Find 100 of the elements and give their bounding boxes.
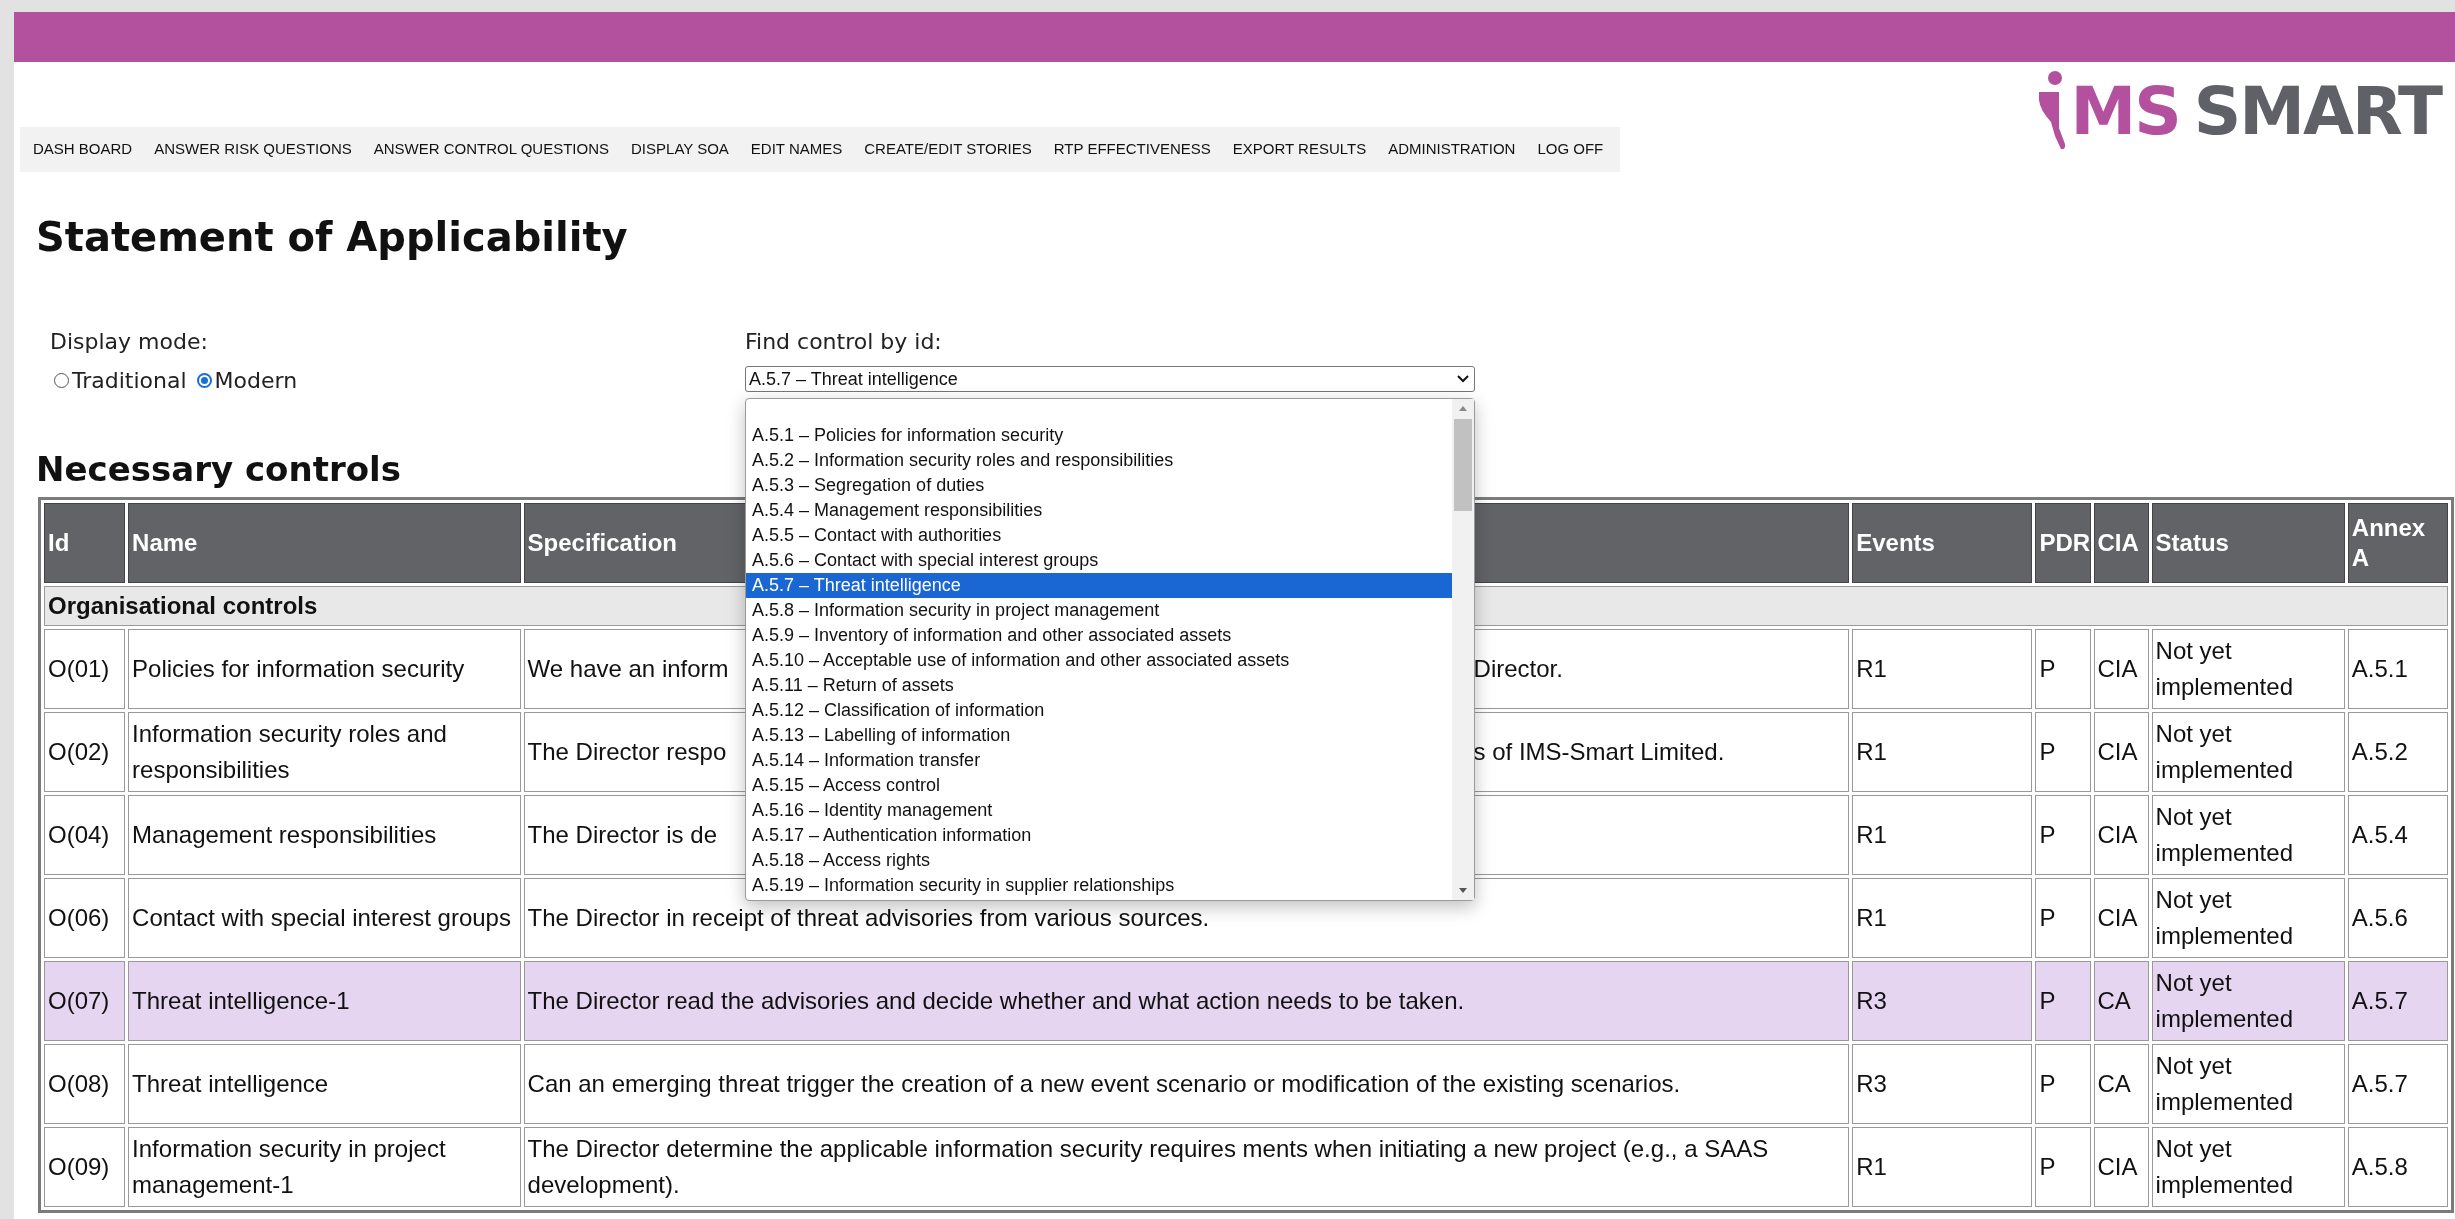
nav-link[interactable]: DISPLAY SOA: [620, 138, 740, 161]
column-header: Status: [2151, 503, 2345, 583]
dropdown-option[interactable]: A.5.5 – Contact with authorities: [746, 523, 1452, 548]
cell-text: The Director determine the applicable information security requires ments when initiating a new project (e.g., a SAAS development).: [527, 1135, 1769, 1198]
dropdown-option[interactable]: A.5.7 – Threat intelligence: [746, 573, 1452, 598]
column-header: Annex A: [2347, 503, 2448, 583]
column-header: Events: [1852, 503, 2033, 583]
dropdown-option[interactable]: A.5.16 – Identity management: [746, 798, 1452, 823]
table-cell: Information security in project management-1: [128, 1127, 521, 1207]
table-cell: R3: [1852, 961, 2033, 1041]
table-cell: CIA: [2093, 878, 2149, 958]
dropdown-option[interactable]: A.5.6 – Contact with special interest groups: [746, 548, 1452, 573]
section-title: Necessary controls: [36, 448, 401, 491]
table-cell: CIA: [2093, 795, 2149, 875]
table-cell: R3: [1852, 1044, 2033, 1124]
dropdown-option[interactable]: A.5.11 – Return of assets: [746, 673, 1452, 698]
nav-link[interactable]: EXPORT RESULTS: [1221, 138, 1378, 161]
cell-text: s of IMS-Smart Limited.: [1473, 737, 1725, 767]
table-cell: Not yet implemented: [2151, 629, 2345, 709]
nav-link[interactable]: ANSWER CONTROL QUESTIONS: [362, 138, 621, 161]
cell-text: The Director in receipt of threat advisories from various sources.: [527, 904, 1210, 931]
column-header: PDR: [2035, 503, 2091, 583]
table-cell: O(04): [44, 795, 126, 875]
page-title: Statement of Applicability: [36, 213, 629, 262]
table-cell: A.5.8: [2347, 1127, 2448, 1207]
control-select[interactable]: A.5.7 – Threat intelligence: [745, 366, 1475, 392]
table-cell: CA: [2093, 961, 2149, 1041]
nav-link[interactable]: DASH BOARD: [22, 138, 144, 161]
nav-link[interactable]: CREATE/EDIT STORIES: [853, 138, 1043, 161]
table-cell: O(06): [44, 878, 126, 958]
table-cell: CIA: [2093, 1127, 2149, 1207]
table-cell: P: [2035, 712, 2091, 792]
table-cell: Threat intelligence-1: [128, 961, 521, 1041]
nav-link[interactable]: LOG OFF: [1526, 138, 1615, 161]
cell-text: The Director respo: [527, 737, 728, 767]
scrollbar-thumb[interactable]: [1454, 419, 1472, 511]
table-cell: O(07): [44, 961, 126, 1041]
nav-link[interactable]: EDIT NAMES: [739, 138, 854, 161]
radio-label[interactable]: Modern: [214, 364, 298, 397]
cell-text: Director.: [1473, 654, 1563, 684]
table-cell: A.5.2: [2347, 712, 2448, 792]
table-cell: Contact with special interest groups: [128, 878, 521, 958]
radio-button[interactable]: [196, 373, 212, 388]
table-cell: R1: [1852, 1127, 2033, 1207]
field-label: Display mode:: [50, 328, 209, 356]
dropdown-option[interactable]: A.5.10 – Acceptable use of information and other associated assets: [746, 648, 1452, 673]
logo-text: SMART: [2193, 80, 2441, 144]
table-cell: O(02): [44, 712, 126, 792]
table-cell: CA: [2093, 1044, 2149, 1124]
table-cell: Management responsibilities: [128, 795, 521, 875]
column-header: CIA: [2093, 503, 2149, 583]
dropdown-option[interactable]: A.5.17 – Authentication information: [746, 823, 1452, 848]
table-cell: Not yet implemented: [2151, 712, 2345, 792]
table-cell: CIA: [2093, 712, 2149, 792]
column-header: Id: [44, 503, 126, 583]
radio-label[interactable]: Traditional: [72, 364, 187, 397]
cell-text: The Director is de: [527, 821, 717, 848]
table-cell: P: [2035, 629, 2091, 709]
table-cell: R1: [1852, 629, 2033, 709]
table-cell: Not yet implemented: [2151, 1127, 2345, 1207]
table-cell: CIA: [2093, 629, 2149, 709]
table-cell: R1: [1852, 795, 2033, 875]
logo-text: MS: [2070, 80, 2180, 144]
table-cell: P: [2035, 795, 2091, 875]
radio-button[interactable]: [54, 373, 69, 388]
dropdown-option[interactable]: A.5.3 – Segregation of duties: [746, 473, 1452, 498]
column-header: Name: [128, 503, 521, 583]
table-cell: O(08): [44, 1044, 126, 1124]
table-cell: A.5.7: [2347, 961, 2448, 1041]
table-cell: P: [2035, 1044, 2091, 1124]
dropdown-option[interactable]: A.5.8 – Information security in project management: [746, 598, 1452, 623]
dropdown-option[interactable]: A.5.13 – Labelling of information: [746, 723, 1452, 748]
dropdown-option[interactable]: A.5.14 – Information transfer: [746, 748, 1452, 773]
dropdown-option[interactable]: A.5.2 – Information security roles and responsibilities: [746, 448, 1452, 473]
table-cell: Threat intelligence: [128, 1044, 521, 1124]
table-cell: R1: [1852, 712, 2033, 792]
table-cell: A.5.1: [2347, 629, 2448, 709]
table-cell: P: [2035, 878, 2091, 958]
table-cell: R1: [1852, 878, 2033, 958]
table-cell: Not yet implemented: [2151, 1044, 2345, 1124]
table-cell: P: [2035, 1127, 2091, 1207]
dropdown-option[interactable]: A.5.19 – Information security in supplier relationships: [746, 873, 1452, 898]
cell-text: We have an inform: [527, 654, 730, 684]
dropdown-option[interactable]: A.5.18 – Access rights: [746, 848, 1452, 873]
nav-link[interactable]: ANSWER RISK QUESTIONS: [143, 138, 363, 161]
table-cell: A.5.6: [2347, 878, 2448, 958]
table-cell: Policies for information security: [128, 629, 521, 709]
table-cell: O(01): [44, 629, 126, 709]
table-cell: Not yet implemented: [2151, 795, 2345, 875]
dropdown-option[interactable]: A.5.9 – Inventory of information and other associated assets: [746, 623, 1452, 648]
table-cell: Not yet implemented: [2151, 961, 2345, 1041]
dropdown-option[interactable]: A.5.12 – Classification of information: [746, 698, 1452, 723]
dropdown-option[interactable]: A.5.15 – Access control: [746, 773, 1452, 798]
table-cell: Information security roles and responsibilities: [128, 712, 521, 792]
cell-text: The Director read the advisories and decide whether and what action needs to be taken.: [527, 987, 1465, 1014]
nav-link[interactable]: ADMINISTRATION: [1377, 138, 1527, 161]
field-label: Find control by id:: [745, 328, 943, 356]
nav-link[interactable]: RTP EFFECTIVENESS: [1042, 138, 1222, 161]
dropdown-option[interactable]: A.5.1 – Policies for information security: [746, 423, 1452, 448]
cell-text: Can an emerging threat trigger the creation of a new event scenario or modification of the existing scenarios.: [527, 1070, 1681, 1097]
